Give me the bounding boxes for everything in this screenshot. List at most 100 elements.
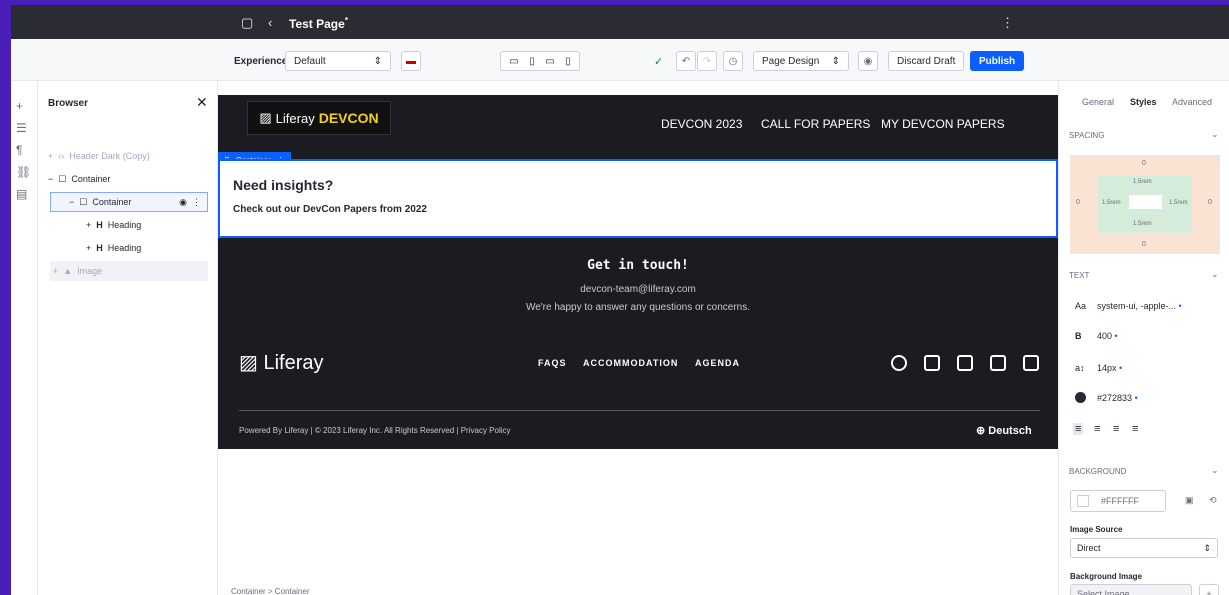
content-box: [1129, 195, 1162, 209]
footer-email[interactable]: devcon-team@liferay.com: [218, 284, 1058, 295]
footer: Get in touch! devcon-team@liferay.com We…: [218, 238, 1058, 449]
tab-advanced[interactable]: Advanced: [1172, 97, 1212, 107]
text-color-swatch[interactable]: [1075, 392, 1086, 403]
header-dark[interactable]: ▨ Liferay DEVCON DEVCON 2023 CALL FOR PAPE…: [218, 95, 1058, 169]
youtube-icon[interactable]: [1023, 355, 1039, 371]
comments-icon[interactable]: ▤: [16, 187, 27, 201]
text-color[interactable]: #272833 •: [1097, 393, 1138, 403]
text-label: TEXT: [1069, 271, 1090, 280]
image-source-select[interactable]: Direct ⇕: [1070, 538, 1218, 558]
desktop-icon[interactable]: ▭: [509, 56, 518, 67]
tab-styles[interactable]: Styles: [1130, 97, 1157, 107]
align-left-icon[interactable]: ≡: [1073, 423, 1084, 435]
tablet-icon[interactable]: ▯: [529, 56, 535, 67]
tree-item[interactable]: + ▲ Image: [50, 261, 208, 281]
bg-color-swatch[interactable]: [1077, 495, 1089, 507]
bg-image-input[interactable]: Select Image: [1070, 584, 1192, 595]
device-selector[interactable]: ▭ ▯ ▭ ▯: [500, 51, 580, 71]
heading[interactable]: Need insights?: [233, 177, 333, 193]
sidebar-toggle-icon[interactable]: ▢: [241, 15, 253, 31]
chevron-down-icon[interactable]: ⌄: [1211, 465, 1219, 476]
redo-icon[interactable]: ↷: [697, 51, 717, 71]
flag-icon[interactable]: ▬: [401, 51, 421, 71]
history-icon[interactable]: ◷: [723, 51, 743, 71]
undo-icon[interactable]: ↶: [676, 51, 696, 71]
landscape-icon[interactable]: ▭: [545, 56, 554, 67]
subheading[interactable]: Check out our DevCon Papers from 2022: [233, 204, 427, 215]
add-image-icon[interactable]: +: [1199, 584, 1219, 595]
twitter-icon[interactable]: [990, 355, 1006, 371]
spacing-label: SPACING: [1069, 131, 1105, 140]
justify-icon[interactable]: ≡: [1132, 423, 1138, 435]
margin-box[interactable]: 0 0 0 0 1.5rem 1.5rem 1.5rem 1.5rem: [1070, 155, 1220, 254]
breadcrumb[interactable]: Container > Container: [231, 587, 310, 595]
tab-general[interactable]: General: [1082, 97, 1114, 107]
padding-left[interactable]: 1.5rem: [1102, 200, 1121, 206]
color-picker-icon[interactable]: ▣: [1185, 495, 1194, 506]
padding-top[interactable]: 1.5rem: [1133, 179, 1152, 185]
publish-button[interactable]: Publish: [970, 51, 1025, 71]
discard-draft-button[interactable]: Discard Draft: [888, 51, 965, 71]
browser-panel: Browser ✕ + ‹› Header Dark (Copy) − ☐ Co…: [38, 81, 218, 595]
linkedin-icon[interactable]: [957, 355, 973, 371]
more-options-icon[interactable]: ⋮: [1001, 15, 1014, 31]
experience-label: Experience: [234, 56, 288, 67]
reset-icon[interactable]: ⟲: [1209, 495, 1217, 506]
background-label: BACKGROUND: [1069, 467, 1127, 476]
options-icon[interactable]: ⋮: [192, 197, 201, 208]
font-family[interactable]: system-ui, -apple-... •: [1097, 301, 1182, 311]
tree-item[interactable]: + H Heading: [86, 238, 141, 258]
margin-left[interactable]: 0: [1076, 199, 1080, 206]
align-center-icon[interactable]: ≡: [1094, 423, 1100, 435]
tree-item-selected[interactable]: − ☐ Container ◉ ⋮: [50, 192, 208, 212]
browser-icon[interactable]: ☰: [16, 121, 27, 135]
github-icon[interactable]: [891, 355, 907, 371]
saved-check-icon: ✓: [654, 56, 664, 68]
back-arrow-icon[interactable]: ‹: [268, 15, 272, 30]
selected-container[interactable]: Need insights? Check out our DevCon Pape…: [218, 159, 1058, 238]
padding-right[interactable]: 1.5rem: [1169, 200, 1188, 206]
margin-bottom[interactable]: 0: [1142, 241, 1146, 248]
page-canvas: ▨ Liferay DEVCON DEVCON 2023 CALL FOR PAPE…: [218, 81, 1058, 595]
chevron-down-icon[interactable]: ⌄: [1211, 269, 1219, 280]
close-icon[interactable]: ✕: [196, 94, 208, 111]
footer-link[interactable]: AGENDA: [695, 358, 740, 368]
globe-icon: ⊕: [976, 425, 986, 437]
font-size[interactable]: 14px •: [1097, 363, 1122, 373]
footer-link[interactable]: ACCOMMODATION: [583, 358, 678, 368]
browser-title: Browser: [48, 98, 89, 109]
left-rail: + ☰ ¶ ⛓ ▤: [11, 81, 38, 595]
chevron-down-icon[interactable]: ⌄: [1211, 129, 1219, 140]
language-selector[interactable]: ⊕ Deutsch: [976, 424, 1032, 437]
bg-image-label: Background Image: [1070, 572, 1143, 581]
liferay-logo: ▨ Liferay: [239, 352, 324, 374]
nav-link[interactable]: MY DEVCON PAPERS: [881, 117, 1005, 131]
font-weight[interactable]: 400 •: [1097, 331, 1118, 341]
page-design-select[interactable]: Page Design ⇕: [753, 51, 849, 71]
instagram-icon[interactable]: [924, 355, 940, 371]
nav-link[interactable]: DEVCON 2023: [661, 117, 742, 131]
tree-item[interactable]: + H Heading: [86, 215, 141, 235]
experience-select[interactable]: Default ⇕: [285, 51, 391, 71]
bg-color-input[interactable]: #FFFFFF: [1070, 490, 1166, 512]
padding-box[interactable]: 1.5rem 1.5rem 1.5rem 1.5rem: [1098, 175, 1192, 233]
tree-item[interactable]: + ‹› Header Dark (Copy): [48, 146, 150, 166]
editor-window: ▢ ‹ Test Page* ⋮ Experience Default ⇕ ▬ ▭…: [11, 5, 1229, 595]
padding-bottom[interactable]: 1.5rem: [1133, 221, 1152, 227]
margin-right[interactable]: 0: [1208, 199, 1212, 206]
margin-top[interactable]: 0: [1142, 160, 1146, 167]
page-design-icon[interactable]: ¶: [16, 143, 22, 157]
font-icon: Aa: [1075, 301, 1087, 311]
mobile-icon[interactable]: ▯: [565, 56, 571, 67]
link-icon[interactable]: ⛓: [16, 165, 31, 179]
footer-title: Get in touch!: [587, 258, 689, 273]
image-source-label: Image Source: [1070, 525, 1123, 534]
tree-item[interactable]: − ☐ Container: [48, 169, 110, 189]
nav-link[interactable]: CALL FOR PAPERS: [761, 117, 870, 131]
visibility-icon[interactable]: ◉: [179, 197, 187, 208]
footer-link[interactable]: FAQS: [538, 358, 567, 368]
preview-icon[interactable]: ◉: [858, 51, 878, 71]
align-right-icon[interactable]: ≡: [1113, 423, 1119, 435]
copyright[interactable]: Powered By Liferay | © 2023 Liferay Inc.…: [239, 426, 511, 435]
add-fragment-icon[interactable]: +: [16, 99, 23, 113]
